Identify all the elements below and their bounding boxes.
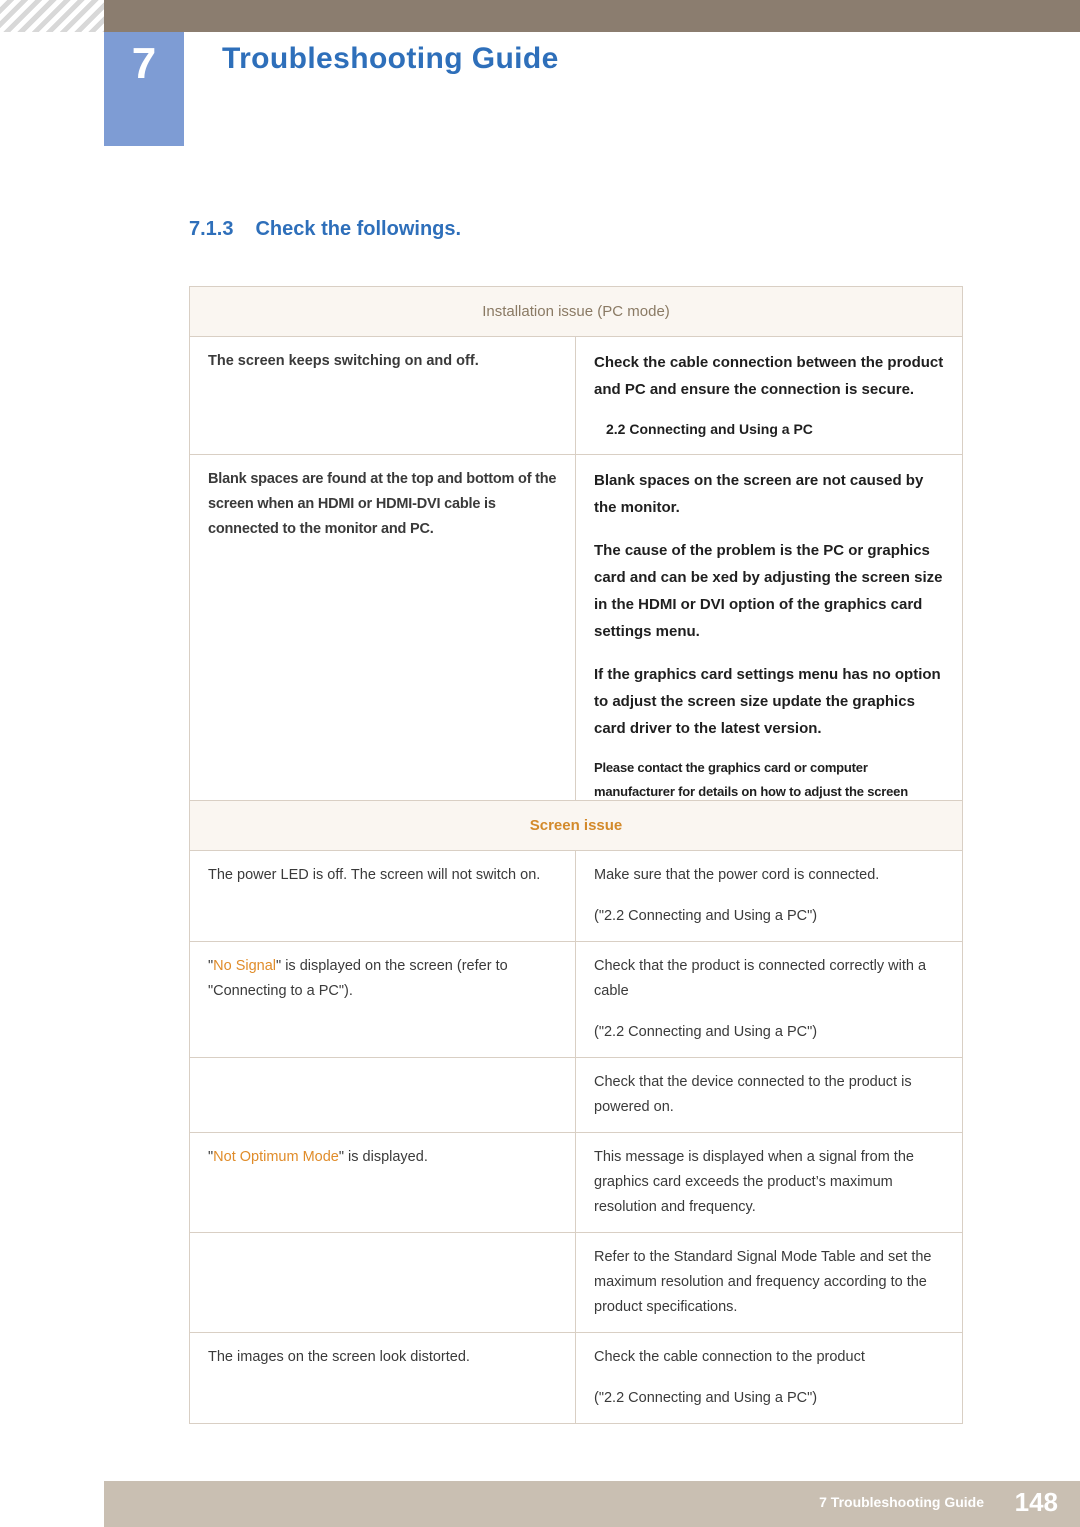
- issue-description-empty: [189, 1232, 576, 1333]
- table-row: Blank spaces are found at the top and bo…: [189, 454, 963, 841]
- table-row: "Not Optimum Mode" is displayed. This me…: [189, 1132, 963, 1233]
- issue-description: Blank spaces are found at the top and bo…: [189, 454, 576, 841]
- header-bar: [104, 0, 1080, 32]
- header-hatch-decoration: [0, 0, 104, 32]
- issue-solution: Check that the device connected to the p…: [575, 1057, 963, 1133]
- footer-label: 7 Troubleshooting Guide: [819, 1494, 984, 1510]
- table-header-row: Screen issue: [189, 800, 963, 851]
- issue-description: The images on the screen look distorted.: [189, 1332, 576, 1424]
- table-row: Check that the device connected to the p…: [189, 1057, 963, 1133]
- installation-issue-header: Installation issue (PC mode): [189, 286, 963, 337]
- highlight-not-optimum-mode: Not Optimum Mode: [213, 1149, 339, 1165]
- issue-description: The screen keeps switching on and off.: [189, 336, 576, 455]
- issue-solution: Refer to the Standard Signal Mode Table …: [575, 1232, 963, 1333]
- issue-description-empty: [189, 1057, 576, 1133]
- table-row: Refer to the Standard Signal Mode Table …: [189, 1232, 963, 1333]
- screen-issue-table: Screen issue The power LED is off. The s…: [189, 800, 963, 1424]
- issue-solution: Make sure that the power cord is connect…: [575, 850, 963, 942]
- section-heading: 7.1.3 Check the followings.: [189, 218, 461, 241]
- page-header: [0, 0, 1080, 32]
- chapter-title: Troubleshooting Guide: [222, 42, 559, 75]
- issue-description: The power LED is off. The screen will no…: [189, 850, 576, 942]
- reference-link: 2.2 Connecting and Using a PC: [606, 421, 813, 437]
- chapter-number-badge: 7: [104, 32, 184, 146]
- issue-solution: Check the cable connection to the produc…: [575, 1332, 963, 1424]
- footer-page-number: 148: [1014, 1487, 1058, 1517]
- table-row: The images on the screen look distorted.…: [189, 1332, 963, 1424]
- table-row: "No Signal" is displayed on the screen (…: [189, 941, 963, 1058]
- issue-description: "Not Optimum Mode" is displayed.: [189, 1132, 576, 1233]
- issue-solution: Check the cable connection between the p…: [575, 336, 963, 455]
- issue-solution: This message is displayed when a signal …: [575, 1132, 963, 1233]
- issue-solution: Check that the product is connected corr…: [575, 941, 963, 1058]
- issue-description: "No Signal" is displayed on the screen (…: [189, 941, 576, 1058]
- installation-issue-table: Installation issue (PC mode) The screen …: [189, 286, 963, 841]
- issue-solution: Blank spaces on the screen are not cause…: [575, 454, 963, 841]
- section-number: 7.1.3: [189, 218, 234, 240]
- issue-text: " is displayed.: [338, 1149, 428, 1165]
- screen-issue-header: Screen issue: [189, 800, 963, 851]
- table-row: The power LED is off. The screen will no…: [189, 850, 963, 942]
- table-row: The screen keeps switching on and off. C…: [189, 336, 963, 455]
- table-header-row: Installation issue (PC mode): [189, 286, 963, 337]
- highlight-no-signal: No Signal: [213, 958, 277, 974]
- section-title: Check the followings.: [255, 218, 462, 240]
